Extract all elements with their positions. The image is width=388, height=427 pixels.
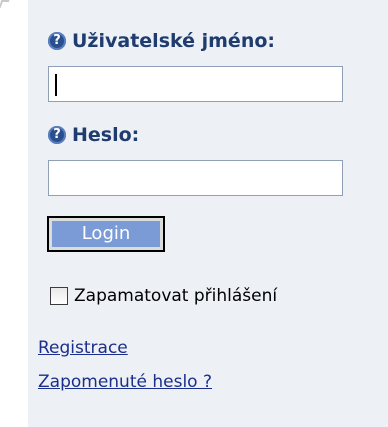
username-label-text: Uživatelské jméno: xyxy=(72,30,275,52)
login-button[interactable]: Login xyxy=(47,216,165,252)
help-question-icon[interactable]: ? xyxy=(48,126,66,144)
password-input[interactable] xyxy=(48,160,343,196)
username-input[interactable] xyxy=(48,66,343,102)
remember-me-checkbox[interactable] xyxy=(50,287,68,305)
top-corner-mark xyxy=(0,0,10,8)
help-question-icon[interactable]: ? xyxy=(48,32,66,50)
forgot-password-link[interactable]: Zapomenuté heslo ? xyxy=(38,372,212,392)
login-button-label: Login xyxy=(52,221,160,247)
text-caret xyxy=(55,74,57,96)
remember-me-row[interactable]: Zapamatovat přihlášení xyxy=(50,286,277,306)
register-link[interactable]: Registrace xyxy=(38,338,128,358)
password-label-text: Heslo: xyxy=(72,124,140,146)
login-panel xyxy=(28,0,388,427)
password-label: ? Heslo: xyxy=(48,124,139,146)
username-label: ? Uživatelské jméno: xyxy=(48,30,275,52)
remember-me-label[interactable]: Zapamatovat přihlášení xyxy=(74,286,277,306)
